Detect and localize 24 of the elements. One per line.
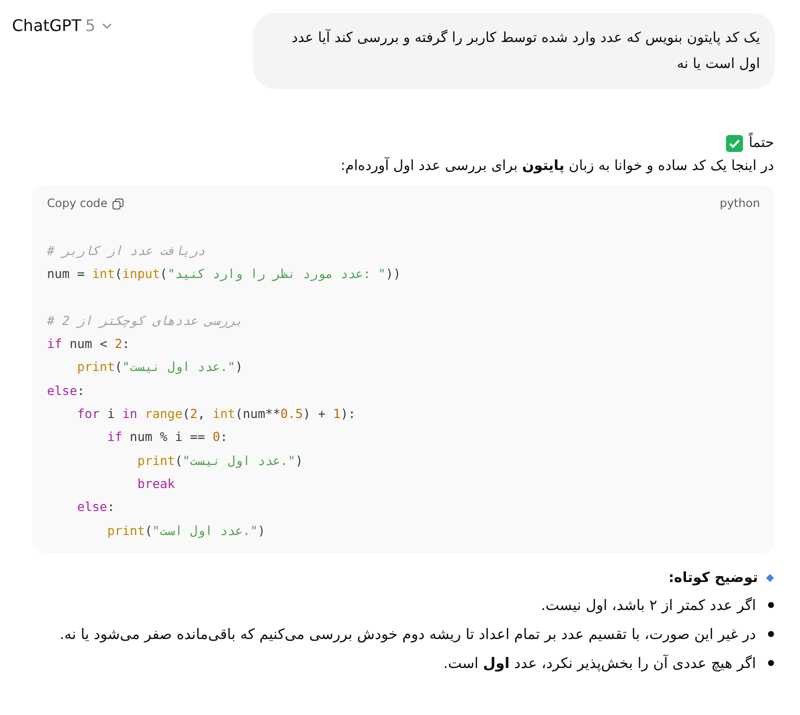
explanation-heading: توضیح کوتاه: — [668, 568, 758, 588]
reply-text: حتماً — [748, 132, 774, 152]
code-line: else: — [47, 382, 85, 400]
language-label: python — [720, 195, 760, 212]
check-mark-icon — [726, 134, 743, 152]
code-line: # دریافت عدد از کاربر — [47, 242, 206, 260]
bullet-icon — [768, 660, 774, 666]
code-line: else: — [76, 498, 115, 516]
copy-code-button[interactable]: Copy code — [47, 195, 124, 213]
intro-text: در اینجا یک کد ساده و خوانا به زبان پایتون برای بررسی عدد اول آورده‌ام: — [340, 156, 774, 176]
bullet-icon — [768, 631, 774, 637]
code-line: break — [136, 474, 175, 493]
explanation-item: در غیر این صورت، با تقسیم عدد بر تمام اعداد تا ریشه دوم خودش بررسی می‌کنیم که باقی‌مانده صفر می‌شود یا نه. — [60, 626, 756, 645]
code-line: if num < 2: — [47, 335, 130, 354]
explanation-item: اگر عدد کمتر از ۲ باشد، اول نیست. — [540, 596, 756, 616]
model-selector[interactable]: ChatGPT 5 — [12, 12, 114, 38]
copy-icon — [112, 198, 124, 210]
code-line: # بررسی عددهای کوچکتر از 2 — [47, 312, 243, 330]
user-message: یک کد پایتون بنویس که عدد وارد شده توسط کاربر را گرفته و بررسی کند آیا عدد اول است یا نه — [253, 13, 775, 89]
explanation-item: اگر هیچ عددی آن را بخش‌پذیر نکرد، عدد اول است. — [443, 654, 756, 674]
diamond-bullet-icon — [766, 574, 774, 582]
code-line: if num % i == 0: — [106, 428, 228, 446]
code-line: for i in range(2, int(num**0.5) + 1): — [76, 405, 356, 424]
bullet-icon — [768, 602, 774, 608]
